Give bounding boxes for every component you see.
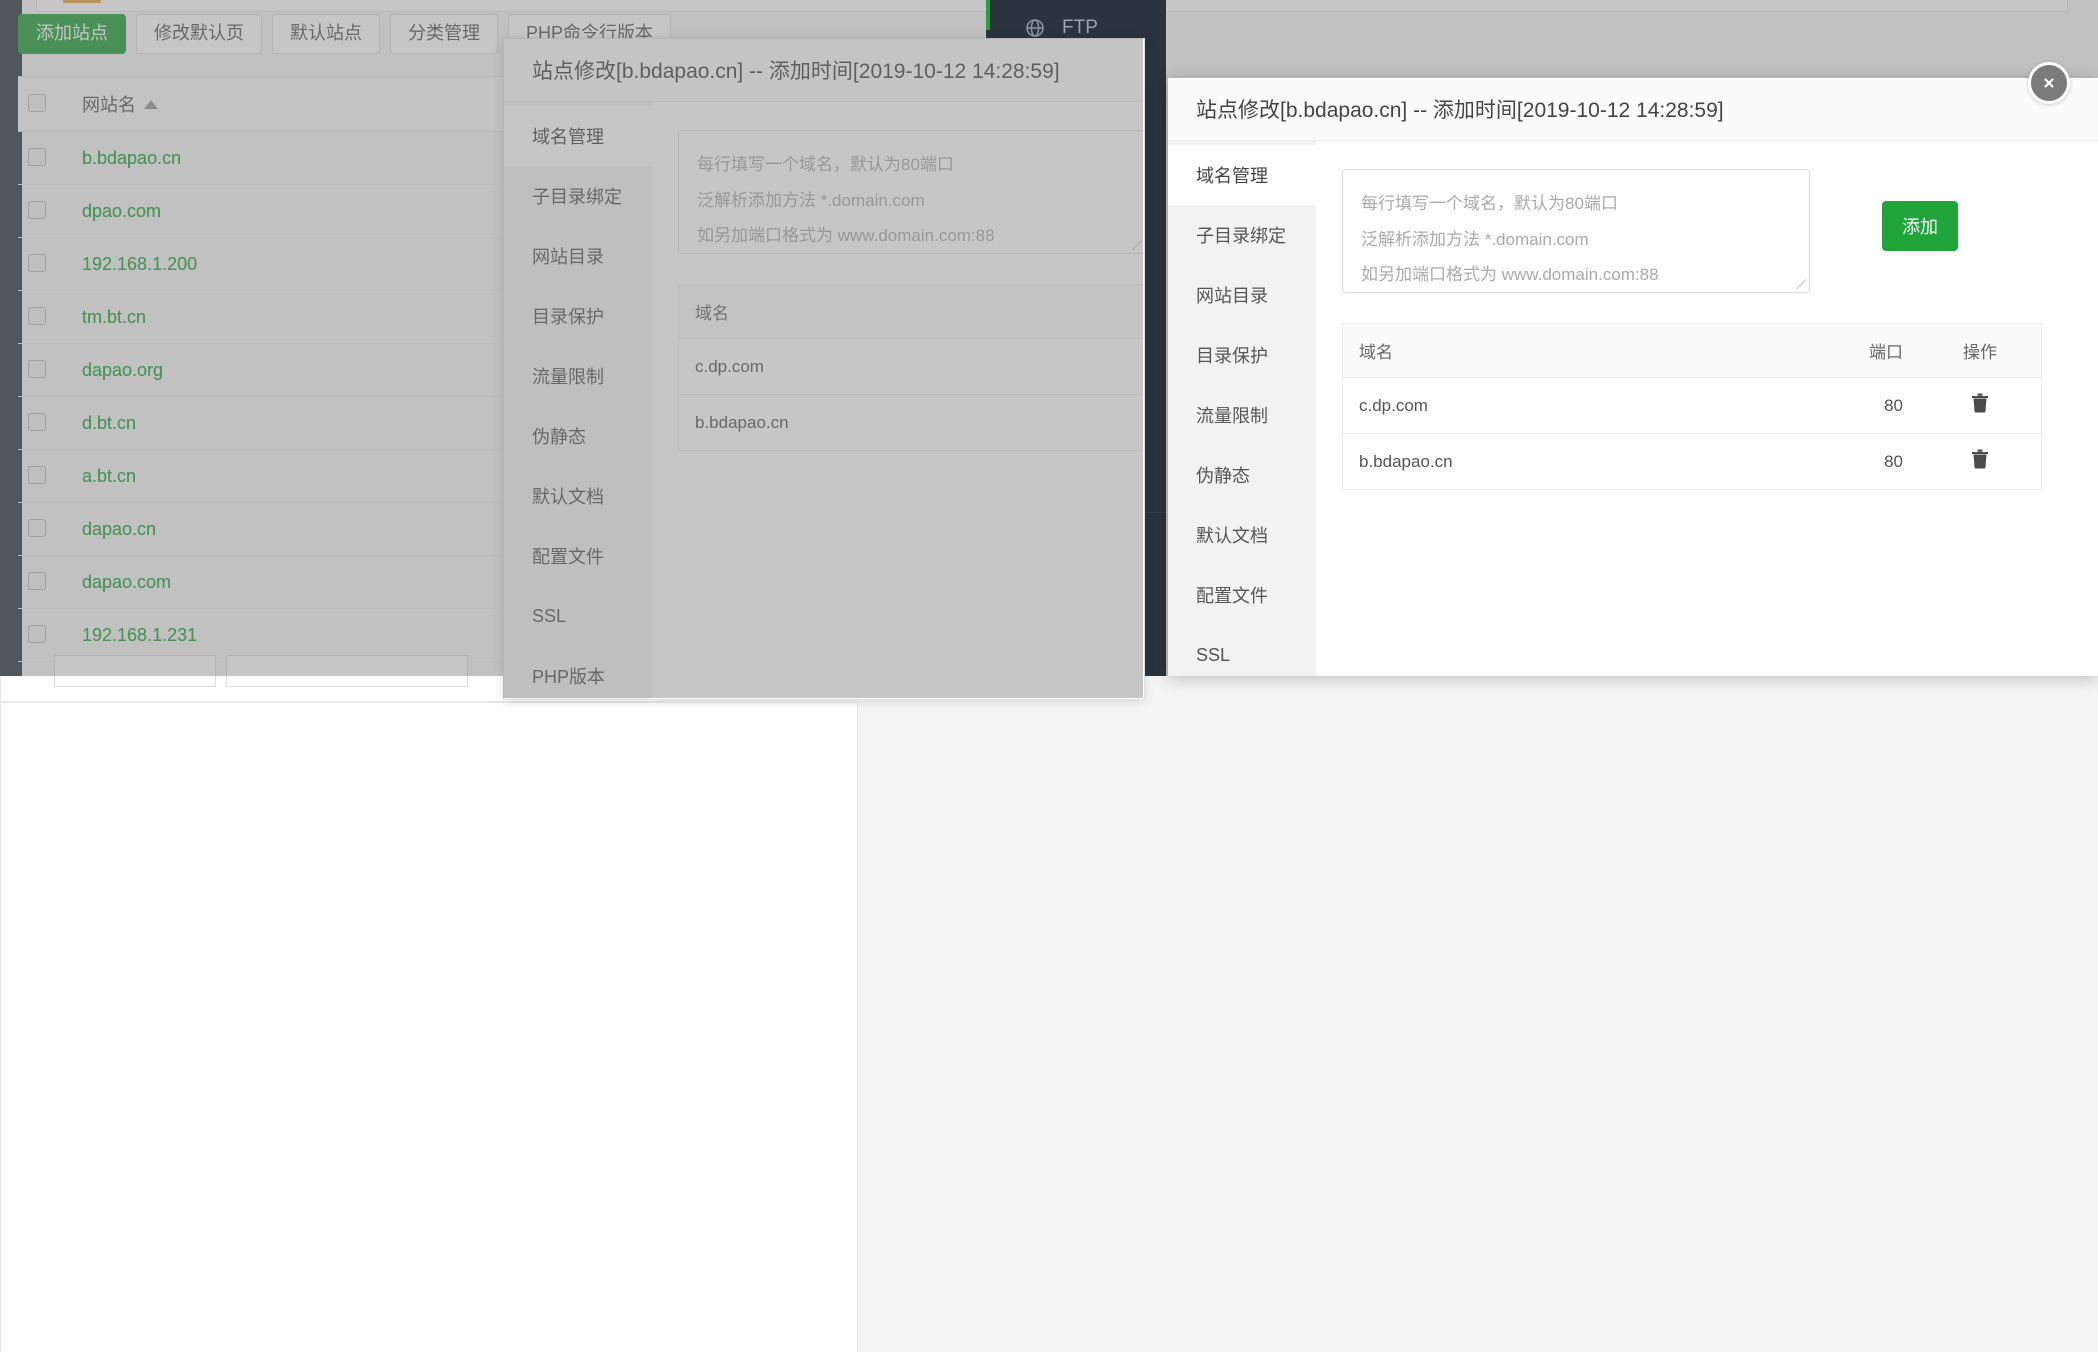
- modal-nav-item-label: 配置文件: [1196, 586, 1268, 606]
- modal-nav-item-伪静态[interactable]: 伪静态: [1168, 445, 1316, 505]
- modal-nav-item-网站目录[interactable]: 网站目录: [1168, 265, 1316, 325]
- site-edit-modal: 站点修改[b.bdapao.cn] -- 添加时间[2019-10-12 14:…: [1168, 78, 2098, 676]
- port-col-header: 端口: [1133, 284, 1144, 339]
- modal-nav-item-PHP版本[interactable]: PHP版本: [504, 646, 652, 699]
- close-modal-button[interactable]: [2028, 62, 2070, 104]
- placeholder-line-1: 每行填写一个域名，默认为80端口: [1361, 194, 1618, 213]
- site-panel-right: 添加站点 修改默认页 默认站点 分类管理 PHP命令行版本 网站名 状态 备份 …: [0, 14, 2080, 1352]
- sidebar-accent-bar: [986, 0, 990, 30]
- modal-nav-item-label: 流量限制: [1196, 406, 1268, 426]
- modal-nav-item-label: 网站目录: [1196, 286, 1268, 306]
- domain-cell: c.dp.com: [678, 338, 1133, 395]
- add-domain-button[interactable]: 添加: [1882, 201, 1958, 251]
- placeholder-line-2: 泛解析添加方法 *.domain.com: [697, 190, 925, 210]
- domain-textarea-wrap: 每行填写一个域名，默认为80端口 泛解析添加方法 *.domain.com 如另…: [1342, 169, 1810, 293]
- modal-nav-item-子目录绑定[interactable]: 子目录绑定: [504, 166, 652, 226]
- domain-table-header-row: 域名 端口 操作: [1342, 323, 2042, 378]
- modal-nav-item-流量限制[interactable]: 流量限制: [504, 346, 652, 406]
- modal-nav-item-流量限制[interactable]: 流量限制: [1168, 385, 1316, 445]
- domain-cell: c.dp.com: [1342, 377, 1797, 434]
- modal-nav-item-label: 流量限制: [532, 367, 604, 387]
- action-col-header: 操作: [1919, 323, 2042, 378]
- table-row: c.dp.com80: [678, 338, 1144, 395]
- modal-body: 域名管理子目录绑定网站目录目录保护流量限制伪静态默认文档配置文件SSLPHP版本…: [1168, 141, 2098, 676]
- modal-nav-item-label: 子目录绑定: [1196, 226, 1286, 246]
- modal-nav-item-label: 域名管理: [532, 127, 604, 147]
- modal-nav-item-默认文档[interactable]: 默认文档: [1168, 505, 1316, 565]
- modal-nav-item-域名管理[interactable]: 域名管理: [504, 106, 652, 166]
- action-cell: [1919, 377, 2042, 434]
- table-row: b.bdapao.cn80: [1342, 433, 2042, 490]
- modal-nav-item-域名管理[interactable]: 域名管理: [1168, 145, 1316, 205]
- port-cell: 80: [1797, 377, 1919, 434]
- placeholder-line-2: 泛解析添加方法 *.domain.com: [1361, 229, 1589, 249]
- domain-table-body-mid: c.dp.com80b.bdapao.cn80: [678, 338, 1144, 451]
- modal-nav-item-label: SSL: [1196, 644, 1231, 665]
- domain-textarea-wrap: 每行填写一个域名，默认为80端口 泛解析添加方法 *.domain.com 如另…: [678, 130, 1144, 254]
- domain-table: 域名 端口 操作 c.dp.com 80 b.bdapao.cn 80: [1342, 323, 2042, 490]
- modal-nav-item-label: 网站目录: [532, 247, 604, 267]
- placeholder-line-1: 每行填写一个域名，默认为80端口: [697, 155, 954, 174]
- domain-cell: b.bdapao.cn: [678, 394, 1133, 451]
- modal-nav-list: 域名管理子目录绑定网站目录目录保护流量限制伪静态默认文档配置文件SSLPHP版本…: [1168, 141, 1316, 676]
- modal-nav-item-默认文档[interactable]: 默认文档: [504, 466, 652, 526]
- trash-icon: [1972, 449, 1988, 469]
- action-cell: [1919, 433, 2042, 490]
- modal-nav-item-label: 伪静态: [532, 427, 586, 447]
- modal-nav-item-网站目录[interactable]: 网站目录: [504, 226, 652, 286]
- sidebar-item-label: FTP: [1062, 17, 1098, 38]
- modal-nav-item-label: 目录保护: [532, 307, 604, 327]
- modal-nav-item-目录保护[interactable]: 目录保护: [1168, 325, 1316, 385]
- trash-icon: [1972, 393, 1988, 413]
- domain-table-header-row: 域名 端口 操作: [678, 284, 1144, 339]
- domain-add-row: 每行填写一个域名，默认为80端口 泛解析添加方法 *.domain.com 如另…: [1342, 169, 2072, 293]
- modal-nav-item-label: 配置文件: [532, 547, 604, 567]
- table-row: c.dp.com80: [1342, 377, 2042, 434]
- modal-nav-item-label: PHP版本: [532, 667, 606, 687]
- domain-table-body: c.dp.com 80 b.bdapao.cn 80: [1342, 377, 2042, 490]
- modal-nav-item-label: 默认文档: [532, 487, 604, 507]
- port-col-header: 端口: [1797, 323, 1919, 378]
- modal-nav-item-伪静态[interactable]: 伪静态: [504, 406, 652, 466]
- domain-table-mid: 域名 端口 操作 c.dp.com80b.bdapao.cn80: [678, 284, 1144, 451]
- placeholder-line-3: 如另加端口格式为 www.domain.com:88: [697, 226, 995, 246]
- port-cell: 80: [1133, 338, 1144, 395]
- modal-title: 站点修改[b.bdapao.cn] -- 添加时间[2019-10-12 14:…: [532, 60, 1060, 83]
- modal-nav-item-label: 域名管理: [1196, 166, 1268, 186]
- domain-input[interactable]: 每行填写一个域名，默认为80端口 泛解析添加方法 *.domain.com 如另…: [678, 130, 1144, 254]
- domain-add-row: 每行填写一个域名，默认为80端口 泛解析添加方法 *.domain.com 如另…: [678, 130, 1144, 254]
- site-edit-modal-background: 站点修改[b.bdapao.cn] -- 添加时间[2019-10-12 14:…: [503, 38, 1145, 700]
- modal-nav-item-label: SSL: [532, 605, 567, 626]
- resize-grip-icon[interactable]: [1132, 240, 1142, 250]
- modal-nav-item-label: 子目录绑定: [532, 187, 622, 207]
- modal-nav-item-子目录绑定[interactable]: 子目录绑定: [1168, 205, 1316, 265]
- delete-domain-button[interactable]: [1971, 449, 1989, 474]
- delete-domain-button[interactable]: [1971, 393, 1989, 418]
- resize-grip-icon[interactable]: [1796, 279, 1806, 289]
- table-row: b.bdapao.cn80: [678, 394, 1144, 451]
- close-icon: [2044, 78, 2054, 88]
- modal-header: 站点修改[b.bdapao.cn] -- 添加时间[2019-10-12 14:…: [1168, 78, 2098, 141]
- modal-main: 每行填写一个域名，默认为80端口 泛解析添加方法 *.domain.com 如另…: [1316, 141, 2098, 676]
- modal-nav-item-label: 伪静态: [1196, 466, 1250, 486]
- modal-nav-item-SSL[interactable]: SSL: [1168, 625, 1316, 676]
- domain-col-header: 域名: [1342, 323, 1797, 378]
- port-cell: 80: [1797, 433, 1919, 490]
- modal-nav-item-SSL[interactable]: SSL: [504, 586, 652, 646]
- modal-body: 域名管理子目录绑定网站目录目录保护流量限制伪静态默认文档配置文件 SSL PHP版本…: [504, 102, 1144, 699]
- modal-nav-item-配置文件[interactable]: 配置文件: [504, 526, 652, 586]
- domain-cell: b.bdapao.cn: [1342, 433, 1797, 490]
- domain-col-header: 域名: [678, 284, 1133, 339]
- port-cell: 80: [1133, 394, 1144, 451]
- modal-nav-item-label: 默认文档: [1196, 526, 1268, 546]
- modal-nav-list-mid: 域名管理子目录绑定网站目录目录保护流量限制伪静态默认文档配置文件 SSL PHP版本…: [504, 102, 652, 699]
- modal-nav-item-label: 目录保护: [1196, 346, 1268, 366]
- modal-main-mid: 每行填写一个域名，默认为80端口 泛解析添加方法 *.domain.com 如另…: [652, 102, 1144, 699]
- modal-title: 站点修改[b.bdapao.cn] -- 添加时间[2019-10-12 14:…: [1196, 99, 1724, 122]
- modal-header: 站点修改[b.bdapao.cn] -- 添加时间[2019-10-12 14:…: [504, 39, 1144, 102]
- modal-nav-item-配置文件[interactable]: 配置文件: [1168, 565, 1316, 625]
- modal-nav-item-目录保护[interactable]: 目录保护: [504, 286, 652, 346]
- placeholder-line-3: 如另加端口格式为 www.domain.com:88: [1361, 265, 1659, 285]
- domain-input[interactable]: 每行填写一个域名，默认为80端口 泛解析添加方法 *.domain.com 如另…: [1342, 169, 1810, 293]
